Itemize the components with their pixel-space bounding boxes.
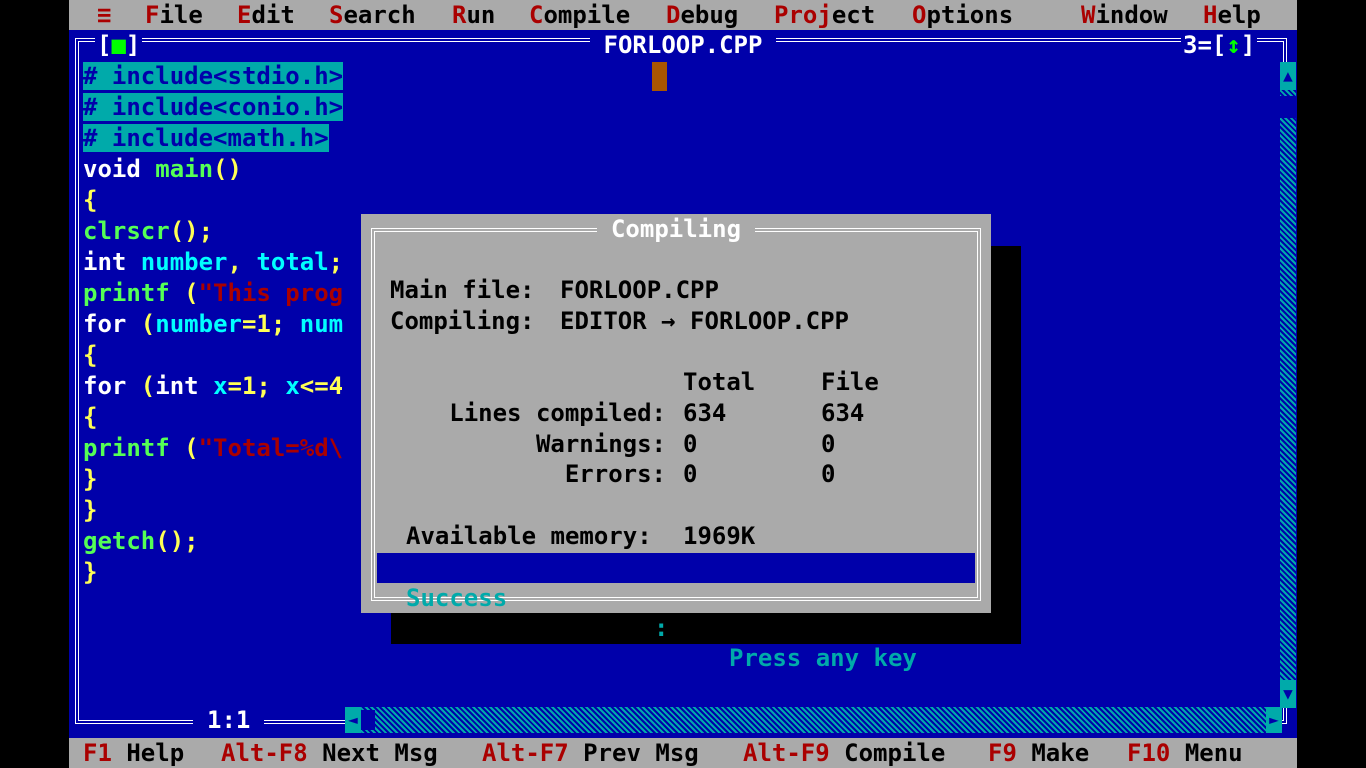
code-line: void main() <box>83 155 242 183</box>
zoom-box-icon[interactable]: ↕ <box>1226 31 1240 59</box>
vertical-scroll-thumb[interactable] <box>1280 96 1296 118</box>
system-menu-icon[interactable]: ≡ <box>97 0 111 30</box>
status-separator: : <box>654 614 669 642</box>
code-line: # include<math.h> <box>83 124 329 152</box>
available-memory-label: Available memory: <box>406 522 652 550</box>
close-box-icon[interactable]: [■] <box>95 30 143 60</box>
code-line: { <box>83 186 98 214</box>
menu-window[interactable]: Window <box>1081 0 1168 30</box>
warnings-file: 0 <box>821 430 836 458</box>
column-total-header: Total <box>683 368 756 396</box>
warnings-total: 0 <box>683 430 698 458</box>
code-line: # include<conio.h> <box>83 93 344 121</box>
menu-bar: ≡ File Edit Search Run Compile Debug Pro… <box>69 0 1297 30</box>
horizontal-scroll-thumb[interactable] <box>361 710 375 730</box>
main-file-value: FORLOOP.CPP <box>560 276 719 304</box>
window-number-label: 3 <box>1183 31 1198 59</box>
warnings-label: Warnings: <box>535 430 666 458</box>
hotkey-prev-msg[interactable]: Alt-F7 Prev Msg <box>482 738 699 768</box>
errors-label: Errors: <box>564 460 666 488</box>
compiling-dialog[interactable]: Compiling Main file: FORLOOP.CPP Compili… <box>361 214 991 672</box>
menu-debug[interactable]: Debug <box>666 0 738 30</box>
errors-total: 0 <box>683 460 698 488</box>
hotkey-f1-help[interactable]: F1 Help <box>83 738 184 768</box>
status-bar[interactable]: Success : Press any key <box>377 553 975 672</box>
lines-compiled-total: 634 <box>683 399 727 427</box>
function-key-bar: F1 Help Alt-F8 Next Msg Alt-F7 Prev Msg … <box>69 738 1297 768</box>
code-line: printf ("Total=%d\ <box>83 434 344 462</box>
code-line: int number, total; <box>83 248 344 276</box>
menu-project[interactable]: Project <box>774 0 875 30</box>
lines-compiled-file: 634 <box>821 399 865 427</box>
scroll-up-arrow-icon[interactable]: ▲ <box>1280 62 1296 90</box>
dialog-title: Compiling <box>596 215 756 243</box>
code-line: for (number=1; num <box>83 310 344 338</box>
code-line: { <box>83 341 98 369</box>
menu-file[interactable]: File <box>145 0 203 30</box>
errors-file: 0 <box>821 460 836 488</box>
scroll-left-arrow-icon[interactable]: ◄ <box>345 707 361 733</box>
code-line: } <box>83 496 98 524</box>
dialog-title-bar: Compiling <box>361 214 991 244</box>
code-line: } <box>83 558 98 586</box>
cursor-position: 1:1 <box>193 706 265 734</box>
hotkey-next-msg[interactable]: Alt-F8 Next Msg <box>221 738 438 768</box>
text-cursor <box>652 62 667 91</box>
menu-options[interactable]: Options <box>912 0 1013 30</box>
code-line: clrscr(); <box>83 217 214 245</box>
editor-title: FORLOOP.CPP <box>589 31 777 59</box>
hotkey-make[interactable]: F9 Make <box>988 738 1089 768</box>
turbo-cpp-ide: ≡ File Edit Search Run Compile Debug Pro… <box>69 0 1297 768</box>
available-memory-value: 1969K <box>683 522 756 550</box>
compiling-label: Compiling: <box>390 307 535 335</box>
menu-run[interactable]: Run <box>452 0 495 30</box>
code-line: for (int x=1; x<=4 <box>83 372 344 400</box>
hotkey-menu[interactable]: F10 Menu <box>1127 738 1243 768</box>
code-line: } <box>83 465 98 493</box>
menu-compile[interactable]: Compile <box>529 0 630 30</box>
lines-compiled-label: Lines compiled: <box>449 399 666 427</box>
status-success: Success <box>406 584 508 612</box>
scroll-right-arrow-icon[interactable]: ► <box>1266 707 1282 733</box>
vertical-scrollbar[interactable]: ▲ ▼ <box>1280 62 1296 708</box>
menu-edit[interactable]: Edit <box>237 0 295 30</box>
editor-title-bar: FORLOOP.CPP <box>69 30 1297 60</box>
menu-help[interactable]: Help <box>1203 0 1261 30</box>
menu-search[interactable]: Search <box>329 0 416 30</box>
press-any-key-prompt: Press any key <box>729 644 917 672</box>
hotkey-compile[interactable]: Alt-F9 Compile <box>743 738 945 768</box>
code-line: printf ("This prog <box>83 279 344 307</box>
code-line: getch(); <box>83 527 199 555</box>
main-file-label: Main file: <box>390 276 535 304</box>
window-number: 3=[↕] <box>1181 30 1258 60</box>
horizontal-scrollbar[interactable]: ◄ ► <box>345 707 1282 733</box>
column-file-header: File <box>821 368 879 396</box>
code-line: # include<stdio.h> <box>83 62 344 90</box>
scroll-down-arrow-icon[interactable]: ▼ <box>1280 680 1296 708</box>
compiling-value: EDITOR → FORLOOP.CPP <box>560 307 849 335</box>
code-line: { <box>83 403 98 431</box>
